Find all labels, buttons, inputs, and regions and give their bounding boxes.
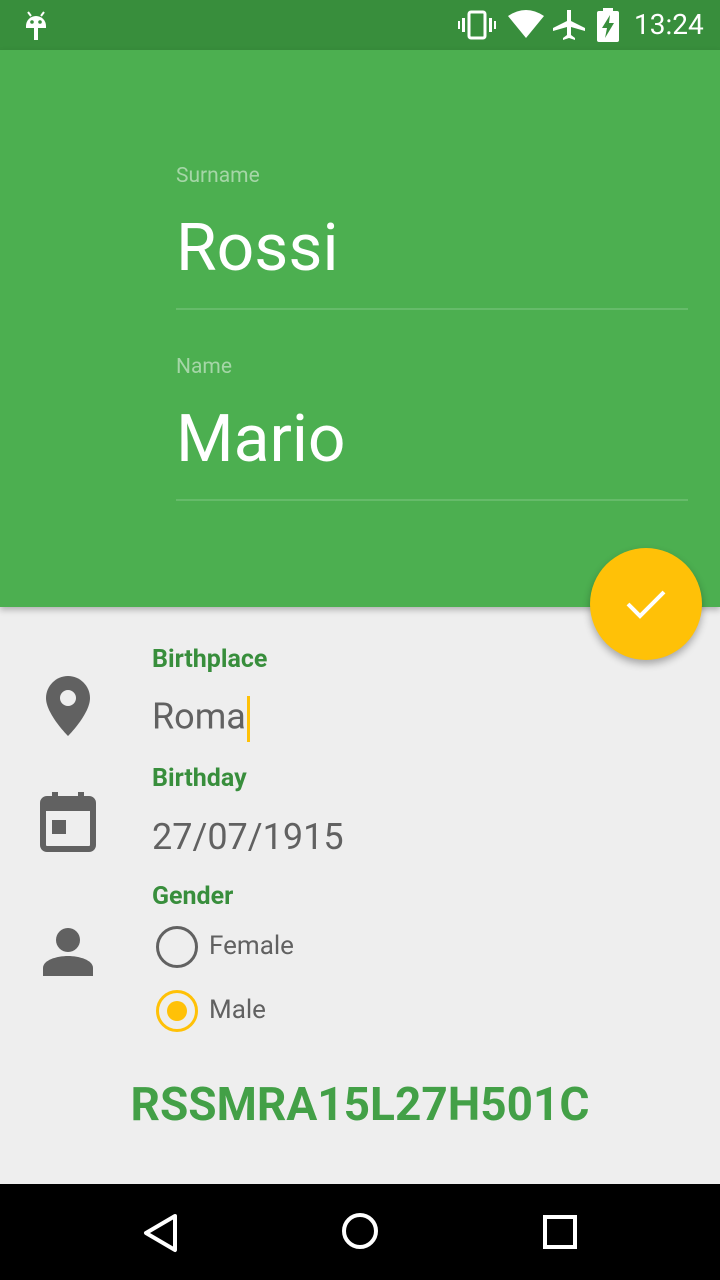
birthday-input[interactable]: 27/07/1915 (152, 819, 344, 855)
name-header: Surname Rossi Name Mario (0, 50, 720, 607)
name-label: Name (176, 355, 232, 379)
birthplace-input[interactable]: Roma (152, 696, 250, 742)
airplane-icon (553, 10, 585, 40)
birthday-label: Birthday (152, 764, 247, 793)
female-radio[interactable] (156, 926, 198, 968)
location-pin-icon (46, 676, 90, 736)
wifi-icon (508, 10, 544, 38)
gender-label: Gender (152, 882, 234, 911)
status-bar: 13:24 (0, 0, 720, 50)
female-radio-label[interactable]: Female (209, 931, 294, 961)
male-radio[interactable] (156, 990, 198, 1032)
birthplace-value: Roma (152, 695, 246, 738)
clock-time: 13:24 (634, 8, 704, 41)
person-icon (43, 928, 93, 976)
check-icon (626, 590, 666, 619)
fiscal-code: RSSMRA15L27H501C (130, 1078, 590, 1132)
confirm-button[interactable] (590, 548, 702, 660)
navigation-bar (0, 1184, 720, 1280)
birthplace-label: Birthplace (152, 645, 268, 674)
name-underline (176, 499, 688, 501)
battery-charging-icon (597, 8, 619, 42)
name-input[interactable]: Mario (176, 407, 346, 473)
radio-selected-dot (167, 1001, 187, 1021)
android-icon (26, 11, 46, 40)
home-icon[interactable] (341, 1212, 379, 1250)
text-cursor (246, 696, 250, 742)
recents-icon[interactable] (543, 1215, 577, 1249)
vibrate-icon (458, 10, 496, 40)
surname-input[interactable]: Rossi (176, 216, 339, 282)
surname-underline (176, 308, 688, 310)
surname-label: Surname (176, 164, 260, 188)
male-radio-label[interactable]: Male (209, 995, 266, 1025)
back-icon[interactable] (142, 1213, 178, 1253)
calendar-icon (40, 792, 96, 852)
